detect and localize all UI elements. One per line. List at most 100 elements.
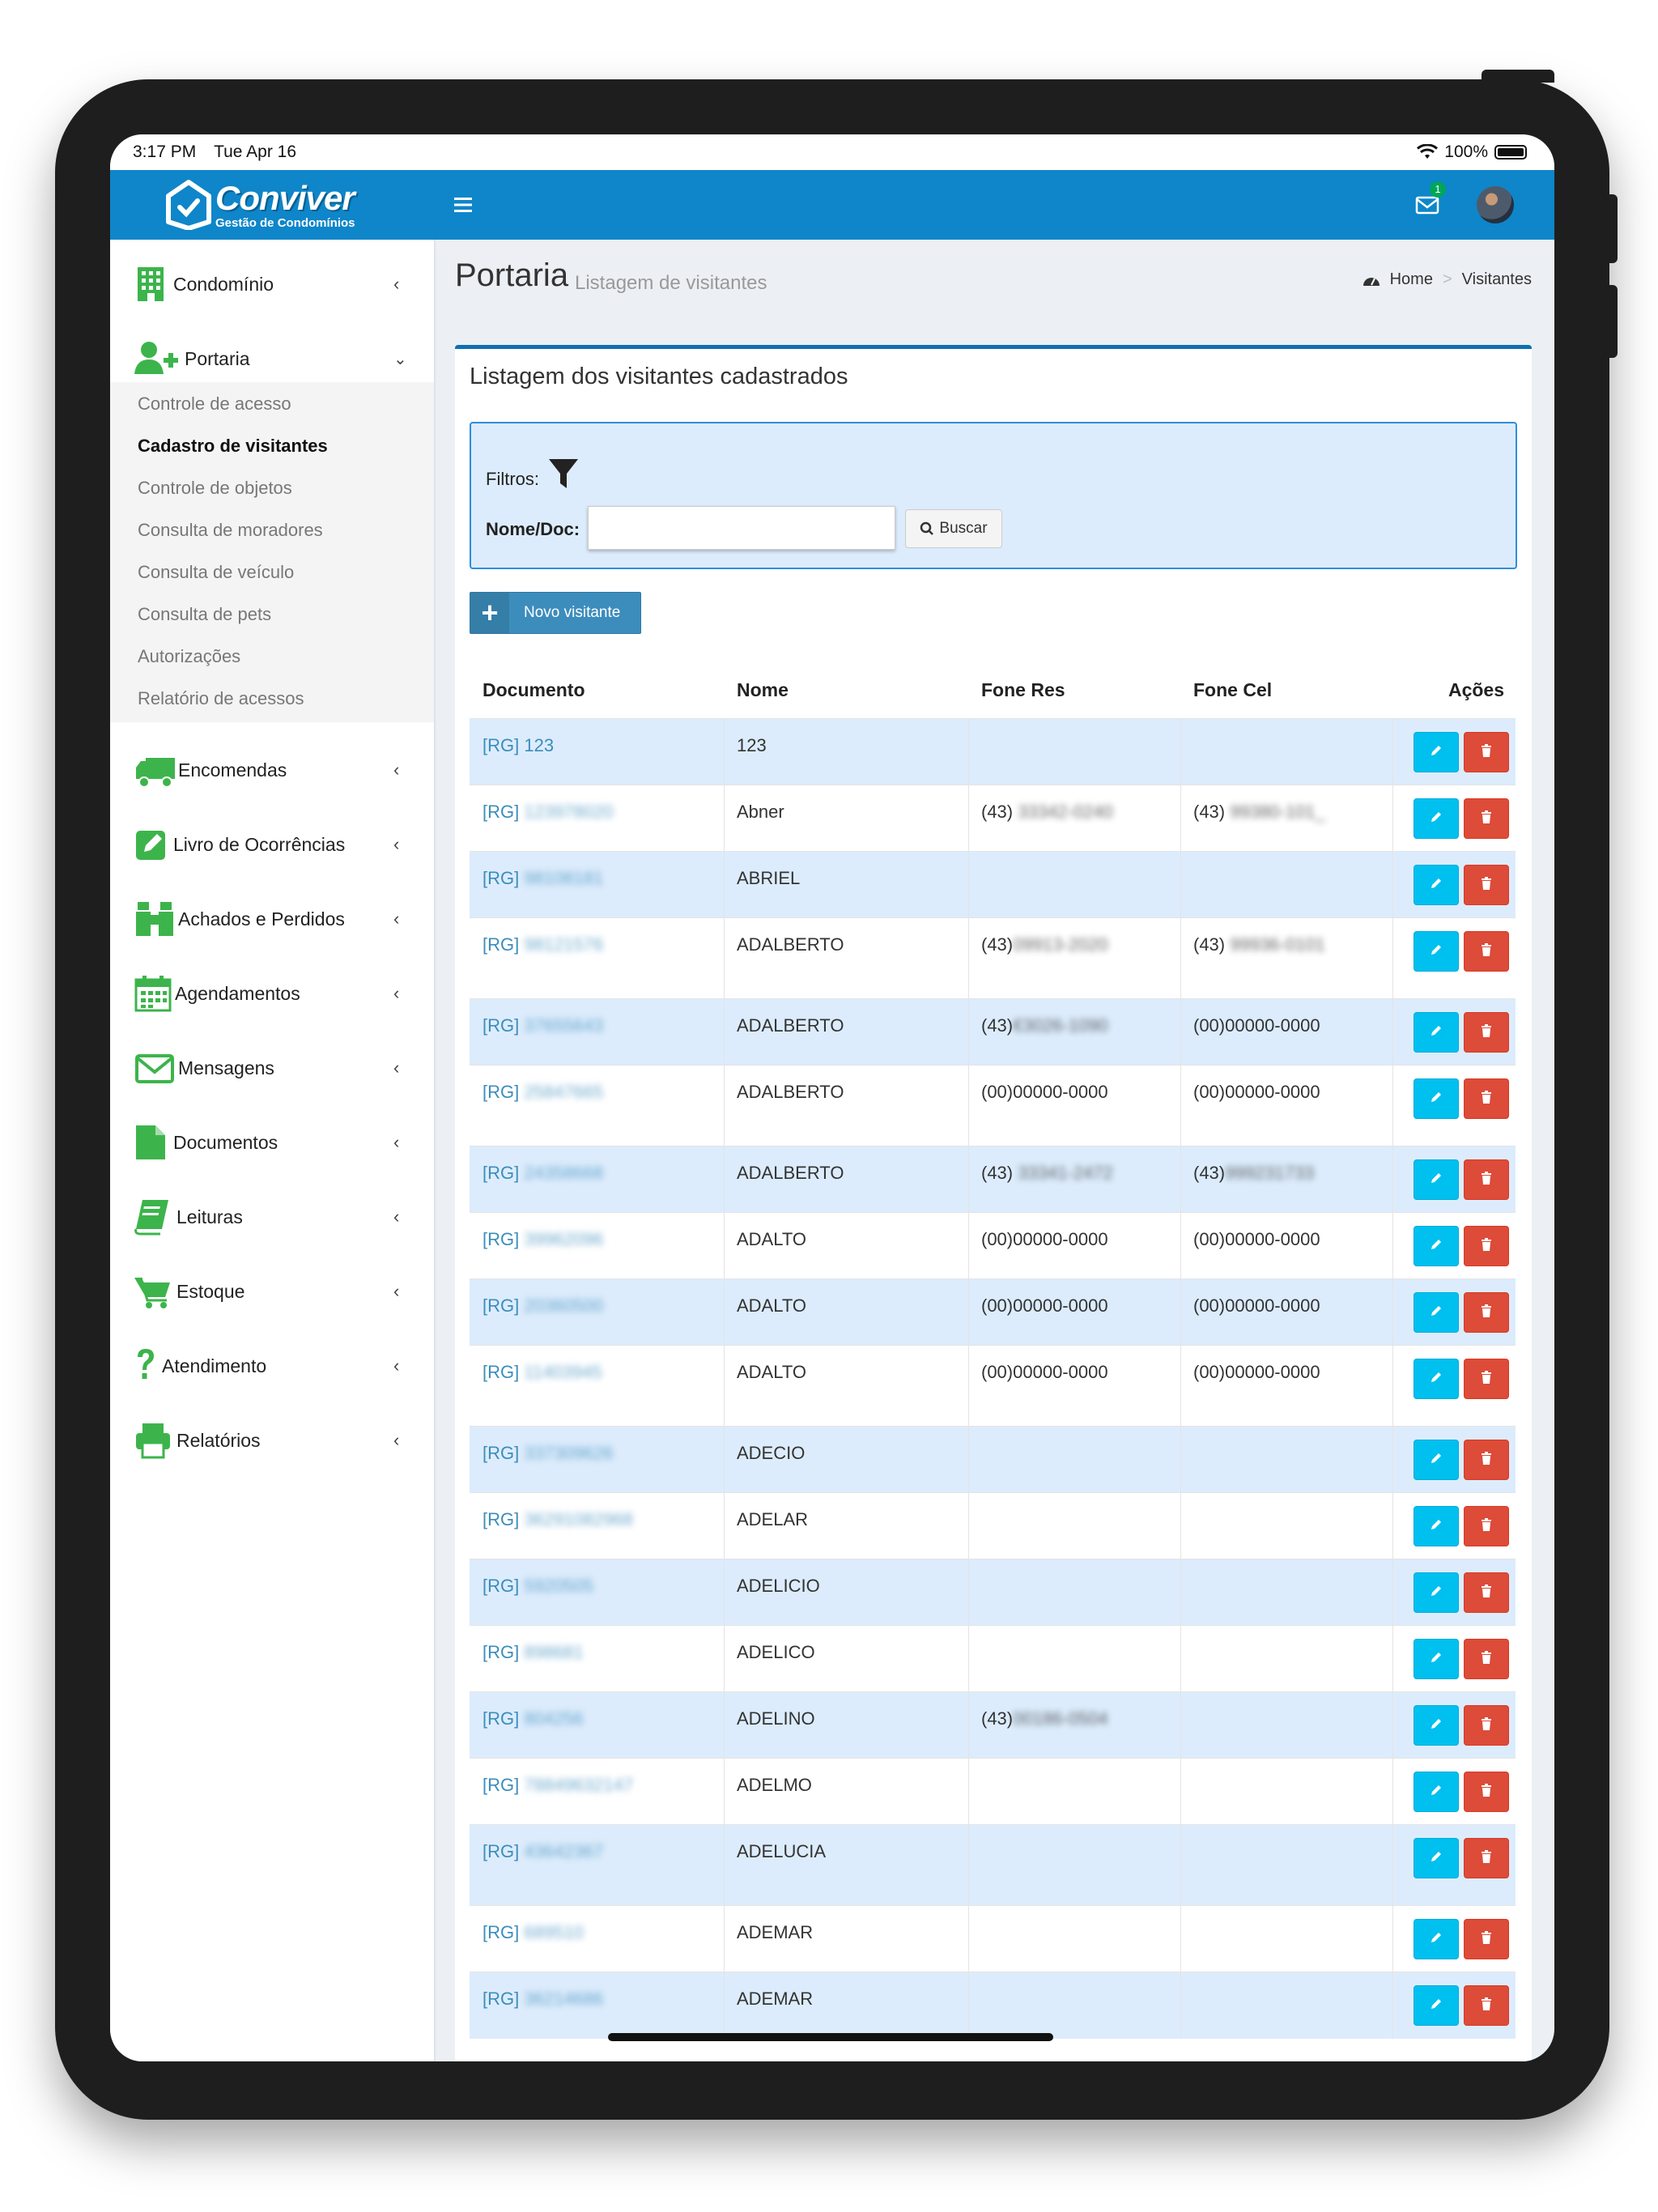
search-button[interactable]: Buscar bbox=[905, 509, 1002, 548]
cell-documento[interactable]: [RG] 43642367 bbox=[483, 1841, 603, 1862]
breadcrumb-home[interactable]: Home bbox=[1390, 270, 1433, 289]
delete-button[interactable] bbox=[1464, 1012, 1509, 1053]
edit-button[interactable] bbox=[1414, 1226, 1459, 1266]
table-row: [RG] 11403945 ADALTO (00)00000-0000 (00)000… bbox=[470, 1345, 1516, 1427]
question-icon bbox=[138, 1349, 154, 1379]
edit-button[interactable] bbox=[1414, 1440, 1459, 1480]
submenu-controle-de-objetos[interactable]: Controle de objetos bbox=[138, 478, 292, 499]
edit-button[interactable] bbox=[1414, 732, 1459, 772]
edit-button[interactable] bbox=[1414, 1078, 1459, 1119]
cell-documento[interactable]: [RG] 5920505 bbox=[483, 1576, 593, 1597]
doc-type: [RG] bbox=[483, 1708, 520, 1729]
sidebar-item-achados-e-perdidos[interactable]: Achados e Perdidos ‹ bbox=[110, 886, 434, 952]
cell-documento[interactable]: [RG] 36214686 bbox=[483, 1989, 603, 2010]
cell-documento[interactable]: [RG] 11403945 bbox=[483, 1362, 602, 1383]
edit-button[interactable] bbox=[1414, 1572, 1459, 1613]
th-fone-res[interactable]: Fone Res bbox=[981, 679, 1065, 701]
cell-documento[interactable]: [RG] 689510 bbox=[483, 1922, 584, 1943]
delete-button[interactable] bbox=[1464, 1919, 1509, 1959]
delete-button[interactable] bbox=[1464, 1226, 1509, 1266]
submenu-consulta-de-pets[interactable]: Consulta de pets bbox=[138, 604, 271, 625]
submenu-consulta-de-moradores[interactable]: Consulta de moradores bbox=[138, 520, 323, 541]
delete-button[interactable] bbox=[1464, 732, 1509, 772]
cell-documento[interactable]: [RG] 123 bbox=[483, 735, 554, 756]
edit-button[interactable] bbox=[1414, 1159, 1459, 1200]
delete-button[interactable] bbox=[1464, 1292, 1509, 1333]
delete-button[interactable] bbox=[1464, 1506, 1509, 1546]
battery-icon bbox=[1494, 145, 1527, 160]
sidebar-item-livro-de-ocorrencias[interactable]: Livro de Ocorrências ‹ bbox=[110, 811, 434, 878]
cell-documento[interactable]: [RG] 78849632147 bbox=[483, 1775, 633, 1796]
sidebar-item-agendamentos[interactable]: Agendamentos ‹ bbox=[110, 960, 434, 1027]
edit-button[interactable] bbox=[1414, 1639, 1459, 1679]
edit-button[interactable] bbox=[1414, 931, 1459, 972]
cell-documento[interactable]: [RG] 337309626 bbox=[483, 1443, 613, 1464]
column-divider bbox=[1180, 999, 1181, 1066]
doc-number: 39962096 bbox=[524, 1229, 604, 1249]
cell-documento[interactable]: [RG] 24358668 bbox=[483, 1163, 603, 1184]
edit-button[interactable] bbox=[1414, 1919, 1459, 1959]
menu-toggle-icon[interactable] bbox=[454, 191, 482, 219]
sidebar-item-leituras[interactable]: Leituras ‹ bbox=[110, 1184, 434, 1250]
delete-button[interactable] bbox=[1464, 931, 1509, 972]
submenu-cadastro-de-visitantes[interactable]: Cadastro de visitantes bbox=[138, 436, 328, 457]
th-nome[interactable]: Nome bbox=[737, 679, 789, 701]
delete-button[interactable] bbox=[1464, 1639, 1509, 1679]
sidebar-item-relatorios[interactable]: Relatórios ‹ bbox=[110, 1407, 434, 1474]
delete-button[interactable] bbox=[1464, 1359, 1509, 1399]
edit-button[interactable] bbox=[1414, 798, 1459, 839]
edit-button[interactable] bbox=[1414, 1838, 1459, 1878]
delete-button[interactable] bbox=[1464, 865, 1509, 905]
column-divider bbox=[1392, 1825, 1393, 1906]
pencil-icon bbox=[1430, 810, 1443, 827]
app-logo[interactable]: Conviver Gestão de Condomínios bbox=[165, 180, 355, 230]
cell-documento[interactable]: [RG] 123978020 bbox=[483, 802, 613, 823]
avatar[interactable] bbox=[1477, 186, 1514, 223]
edit-button[interactable] bbox=[1414, 1012, 1459, 1053]
cell-documento[interactable]: [RG] 20360500 bbox=[483, 1295, 603, 1317]
cell-documento[interactable]: [RG] 39962096 bbox=[483, 1229, 603, 1250]
th-documento[interactable]: Documento bbox=[483, 679, 585, 701]
delete-button[interactable] bbox=[1464, 1159, 1509, 1200]
sidebar-item-encomendas[interactable]: Encomendas ‹ bbox=[110, 737, 434, 803]
submenu-consulta-de-veiculo[interactable]: Consulta de veículo bbox=[138, 562, 294, 583]
submenu-autorizacoes[interactable]: Autorizações bbox=[138, 646, 240, 667]
edit-button[interactable] bbox=[1414, 1506, 1459, 1546]
th-acoes: Ações bbox=[1448, 679, 1504, 700]
edit-button[interactable] bbox=[1414, 1985, 1459, 2026]
delete-button[interactable] bbox=[1464, 1772, 1509, 1812]
sidebar-item-estoque[interactable]: Estoque ‹ bbox=[110, 1258, 434, 1325]
delete-button[interactable] bbox=[1464, 1838, 1509, 1878]
delete-button[interactable] bbox=[1464, 1985, 1509, 2026]
column-divider bbox=[1180, 1692, 1181, 1759]
cell-documento[interactable]: [RG] 25847665 bbox=[483, 1082, 603, 1103]
name-doc-input[interactable] bbox=[588, 506, 895, 550]
cell-documento[interactable]: [RG] 804256 bbox=[483, 1708, 584, 1729]
sidebar-item-mensagens[interactable]: Mensagens ‹ bbox=[110, 1035, 434, 1101]
delete-button[interactable] bbox=[1464, 1705, 1509, 1746]
th-fone-cel[interactable]: Fone Cel bbox=[1193, 679, 1272, 701]
delete-button[interactable] bbox=[1464, 1440, 1509, 1480]
delete-button[interactable] bbox=[1464, 798, 1509, 839]
edit-button[interactable] bbox=[1414, 1772, 1459, 1812]
delete-button[interactable] bbox=[1464, 1572, 1509, 1613]
edit-button[interactable] bbox=[1414, 1292, 1459, 1333]
edit-button[interactable] bbox=[1414, 865, 1459, 905]
edit-button[interactable] bbox=[1414, 1705, 1459, 1746]
cell-documento[interactable]: [RG] 98108181 bbox=[483, 868, 603, 889]
submenu-relatorio-de-acessos[interactable]: Relatório de acessos bbox=[138, 688, 304, 709]
edit-button[interactable] bbox=[1414, 1359, 1459, 1399]
cell-documento[interactable]: [RG] 98121576 bbox=[483, 934, 603, 955]
sidebar-item-atendimento[interactable]: Atendimento ‹ bbox=[110, 1333, 434, 1399]
table-row: [RG] 898681 ADELICO bbox=[470, 1625, 1516, 1692]
cell-documento[interactable]: [RG] 37655643 bbox=[483, 1015, 603, 1036]
main-content: Portaria Listagem de visitantes Home > V… bbox=[434, 240, 1554, 2061]
delete-button[interactable] bbox=[1464, 1078, 1509, 1119]
submenu-controle-de-acesso[interactable]: Controle de acesso bbox=[138, 393, 291, 415]
sidebar-item-documentos[interactable]: Documentos ‹ bbox=[110, 1109, 434, 1176]
cell-documento[interactable]: [RG] 898681 bbox=[483, 1642, 584, 1663]
doc-type: [RG] bbox=[483, 1163, 520, 1183]
new-visitor-button[interactable]: + Novo visitante bbox=[470, 592, 641, 634]
sidebar-item-condominio[interactable]: Condomínio ‹ bbox=[110, 251, 434, 317]
cell-documento[interactable]: [RG] 36291082968 bbox=[483, 1509, 633, 1530]
